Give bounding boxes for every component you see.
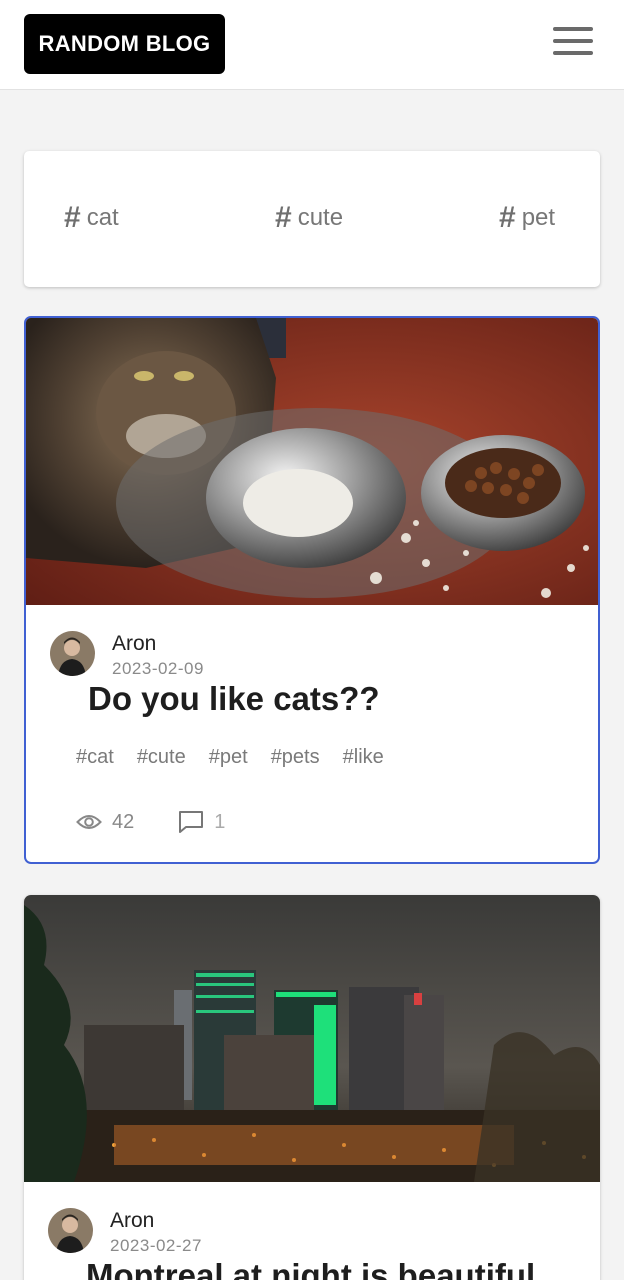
post-image-montreal[interactable] [24,895,600,1182]
post-stats: 42 1 [76,810,225,834]
post-title[interactable]: Montreal at night is beautiful [86,1257,535,1280]
blog-logo[interactable]: RANDOM BLOG [24,14,225,74]
hash-icon: # [499,201,516,234]
post-tag[interactable]: #pets [271,746,320,769]
post-title[interactable]: Do you like cats?? [88,680,380,718]
tags-card: # cat # cute # pet [24,151,600,287]
comments-stat[interactable]: 1 [178,810,225,834]
tag-link-cat[interactable]: # cat [64,203,119,233]
post-image-cat[interactable] [26,318,598,605]
post-tags: #cat #cute #pet #pets #like [76,746,384,769]
tag-label: cat [86,204,119,231]
hamburger-menu-icon[interactable] [550,24,596,58]
author-name[interactable]: Aron [110,1209,154,1233]
tag-link-pet[interactable]: # pet [499,203,555,233]
eye-icon [76,815,102,829]
post-card[interactable]: Aron 2023-02-27 Montreal at night is bea… [24,895,600,1280]
hash-icon: # [275,201,292,234]
comment-icon [179,811,204,833]
tag-label: cute [297,204,344,231]
app-header: RANDOM BLOG [0,0,624,90]
views-count: 42 [112,810,135,833]
avatar[interactable] [50,631,95,676]
comments-count: 1 [214,810,226,833]
post-date: 2023-02-27 [110,1236,202,1255]
hash-icon: # [64,201,81,234]
tag-label: pet [521,204,556,231]
views-stat: 42 [76,811,134,834]
tag-link-cute[interactable]: # cute [275,203,343,233]
author-name[interactable]: Aron [112,632,156,656]
post-tag[interactable]: #like [343,746,384,769]
post-tag[interactable]: #cat [76,746,114,769]
post-date: 2023-02-09 [112,659,204,678]
post-tag[interactable]: #cute [137,746,186,769]
avatar[interactable] [48,1208,93,1253]
post-tag[interactable]: #pet [209,746,248,769]
post-card[interactable]: Aron 2023-02-09 Do you like cats?? #cat … [24,316,600,864]
